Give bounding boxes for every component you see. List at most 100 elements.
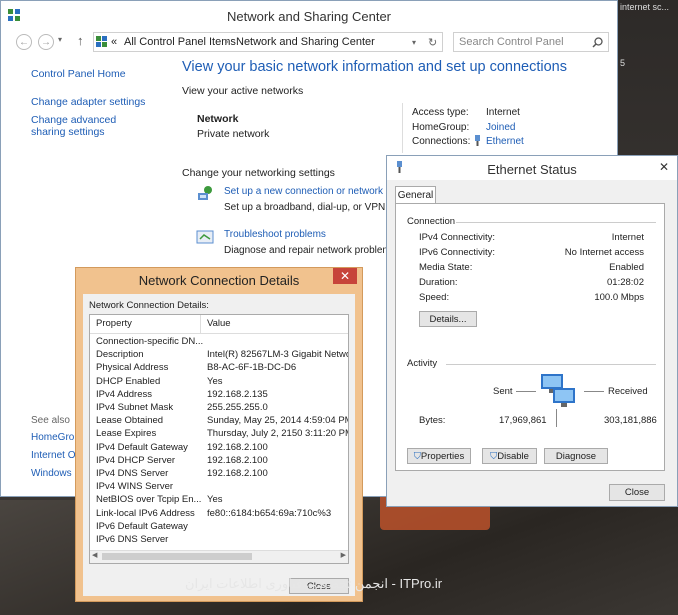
table-row-property[interactable]: IPv6 Default Gateway (96, 521, 188, 534)
ipv4-label: IPv4 Connectivity: (419, 232, 496, 243)
connections-label: Connections: (412, 136, 471, 147)
bytes-label: Bytes: (419, 415, 446, 426)
duration-value: 01:28:02 (607, 277, 644, 288)
scroll-left-icon[interactable]: ◀ (92, 551, 97, 559)
table-row-property[interactable]: IPv4 Address (96, 389, 152, 402)
forward-button[interactable]: → (38, 34, 54, 50)
table-row-property[interactable]: IPv4 WINS Server (96, 481, 173, 494)
table-row-property[interactable]: IPv4 DNS Server (96, 468, 168, 481)
window-title: Network Connection Details (138, 273, 300, 288)
new-connection-icon (198, 186, 212, 200)
table-row-property[interactable]: Lease Expires (96, 428, 156, 441)
close-icon[interactable]: ✕ (333, 268, 357, 284)
ipv6-label: IPv6 Connectivity: (419, 247, 496, 258)
properties-label: Properties (420, 451, 465, 462)
horizontal-scrollbar[interactable]: ◀ ▶ (90, 550, 348, 563)
table-row-value[interactable]: 192.168.2.100 (207, 442, 268, 453)
table-row-value[interactable]: 192.168.2.100 (207, 455, 268, 466)
window-title: Network and Sharing Center (226, 9, 392, 24)
back-button[interactable]: ← (16, 34, 32, 50)
search-placeholder: Search Control Panel (459, 36, 564, 48)
ethernet-link[interactable]: Ethernet (486, 136, 524, 147)
table-row-property[interactable]: DHCP Enabled (96, 376, 160, 389)
divider (456, 222, 656, 223)
scroll-right-icon[interactable]: ▶ (341, 551, 346, 559)
divider (446, 364, 656, 365)
watermark-text: انجمن تخصصی فناوری اطلاعات ایران - ITPro… (185, 576, 443, 591)
table-row-property[interactable]: IPv4 Subnet Mask (96, 402, 173, 415)
refresh-icon[interactable]: ↻ (428, 36, 437, 49)
received-line (584, 391, 604, 392)
page-title: View your basic network information and … (182, 59, 568, 75)
table-row-value[interactable]: 192.168.2.135 (207, 389, 268, 400)
ipv4-value: Internet (611, 232, 644, 243)
troubleshoot-desc: Diagnose and repair network problems, o (224, 245, 407, 256)
media-state-value: Enabled (609, 262, 644, 273)
table-row-property[interactable]: Lease Obtained (96, 415, 163, 428)
table-row-value[interactable]: Yes (207, 494, 223, 505)
column-header-property[interactable]: Property (96, 318, 132, 329)
breadcrumb-prefix[interactable]: « (111, 36, 117, 48)
address-bar-row: ← → ▾ ↑ « All Control Panel Items › Netw… (1, 32, 617, 54)
address-dropdown-icon[interactable]: ▾ (412, 38, 416, 47)
ethernet-icon (475, 135, 480, 146)
table-row-value[interactable]: fe80::6184:b654:69a:710c%3 (207, 508, 331, 519)
table-row-property[interactable]: NetBIOS over Tcpip En... (96, 494, 201, 507)
access-type-label: Access type: (412, 107, 469, 118)
details-section-label: Network Connection Details: (89, 300, 209, 311)
column-header-value[interactable]: Value (207, 318, 231, 329)
access-type-value: Internet (486, 107, 520, 118)
table-row-value[interactable]: 255.255.255.0 (207, 402, 268, 413)
search-icon[interactable] (592, 37, 603, 48)
sidebar-item-advanced-sharing[interactable]: Change advanced sharing settings (31, 114, 146, 138)
desktop-edge-text: 5 (620, 58, 626, 68)
diagnose-button[interactable]: Diagnose (544, 448, 608, 464)
sent-line (516, 391, 536, 392)
bytes-sent: 17,969,861 (499, 415, 547, 426)
sidebar-item-adapter-settings[interactable]: Change adapter settings (31, 96, 145, 108)
history-dropdown-icon[interactable]: ▾ (58, 35, 62, 44)
change-settings-label: Change your networking settings (182, 167, 335, 179)
network-computers-icon (541, 374, 575, 407)
speed-label: Speed: (419, 292, 450, 303)
homegroup-label: HomeGroup: (412, 122, 470, 133)
sent-label: Sent (493, 386, 513, 397)
table-row-value[interactable]: 192.168.2.100 (207, 468, 268, 479)
address-box[interactable]: « All Control Panel Items › Network and … (93, 32, 443, 52)
troubleshoot-link[interactable]: Troubleshoot problems (224, 229, 326, 240)
control-panel-small-icon (96, 36, 107, 47)
disable-button[interactable]: ⛉Disable (482, 448, 537, 464)
details-list[interactable]: Property Value Connection-specific DN...… (89, 314, 349, 564)
table-row-property[interactable]: IPv6 DNS Server (96, 534, 168, 547)
table-row-value[interactable]: Sunday, May 25, 2014 4:59:04 PM (207, 415, 348, 426)
table-row-value[interactable]: B8-AC-6F-1B-DC-D6 (207, 362, 296, 373)
bytes-divider (556, 409, 557, 427)
setup-connection-link[interactable]: Set up a new connection or network (224, 186, 383, 197)
network-connection-details-window: Network Connection Details ✕ Network Con… (75, 267, 363, 602)
table-row-value[interactable]: Thursday, July 2, 2150 3:11:20 PM (207, 428, 348, 439)
received-label: Received (608, 386, 648, 397)
network-type[interactable]: Private network (197, 128, 269, 140)
details-button[interactable]: Details... (419, 311, 477, 327)
close-icon[interactable]: ✕ (659, 160, 669, 174)
active-networks-label: View your active networks (182, 85, 304, 97)
table-row-property[interactable]: Link-local IPv6 Address (96, 508, 195, 521)
table-row-value[interactable]: Intel(R) 82567LM-3 Gigabit Network Conn (207, 349, 348, 360)
table-row-property[interactable]: Description (96, 349, 144, 362)
homegroup-link[interactable]: Joined (486, 122, 515, 133)
search-input[interactable]: Search Control Panel (453, 32, 609, 52)
table-row-property[interactable]: IPv4 DHCP Server (96, 455, 175, 468)
table-row-value[interactable]: Yes (207, 376, 223, 387)
up-arrow-icon[interactable]: ↑ (77, 33, 84, 48)
breadcrumb-item[interactable]: Network and Sharing Center (236, 36, 375, 48)
table-row-property[interactable]: Physical Address (96, 362, 168, 375)
sidebar-control-panel-home[interactable]: Control Panel Home (31, 68, 126, 80)
properties-button[interactable]: ⛉Properties (407, 448, 471, 464)
table-row-property[interactable]: IPv4 Default Gateway (96, 442, 188, 455)
tab-general[interactable]: General (395, 186, 436, 204)
bytes-received: 303,181,886 (604, 415, 657, 426)
table-row-property[interactable]: Connection-specific DN... (96, 336, 203, 349)
scrollbar-thumb[interactable] (102, 553, 252, 560)
close-button[interactable]: Close (609, 484, 665, 501)
breadcrumb-item[interactable]: All Control Panel Items (124, 36, 236, 48)
